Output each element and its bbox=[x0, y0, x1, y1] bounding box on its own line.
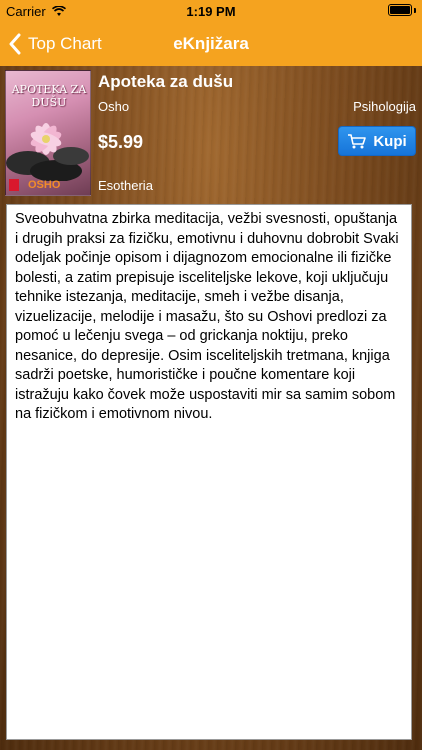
book-price: $5.99 bbox=[98, 132, 144, 152]
status-time: 1:19 PM bbox=[186, 4, 236, 19]
book-description[interactable]: Sveobuhvatna zbirka meditacija, vežbi sv… bbox=[6, 204, 412, 740]
chevron-left-icon bbox=[9, 33, 21, 55]
back-button-label: Top Chart bbox=[28, 34, 102, 53]
book-title: Apoteka za dušu bbox=[98, 72, 234, 91]
cover-art-flower bbox=[6, 123, 89, 181]
book-publisher: Esotheria bbox=[98, 178, 153, 193]
book-cover-image[interactable]: APOTEKA ZA DUŠU OSHO bbox=[5, 70, 91, 196]
book-category: Psihologija bbox=[353, 99, 416, 114]
buy-button[interactable]: Kupi bbox=[338, 126, 416, 156]
book-header: APOTEKA ZA DUŠU OSHO Apoteka za dušu Osh… bbox=[0, 66, 422, 202]
back-button[interactable]: Top Chart bbox=[8, 22, 102, 66]
battery-icon bbox=[388, 4, 416, 16]
cover-author: OSHO bbox=[28, 179, 61, 191]
book-author: Osho bbox=[98, 99, 130, 114]
buy-button-label: Kupi bbox=[373, 132, 407, 150]
navigation-bar: Top Chart eKnjižara bbox=[0, 22, 422, 66]
shopping-cart-icon bbox=[348, 134, 367, 149]
status-bar: Carrier 1:19 PM bbox=[0, 0, 422, 22]
publisher-logo-icon bbox=[9, 179, 19, 191]
